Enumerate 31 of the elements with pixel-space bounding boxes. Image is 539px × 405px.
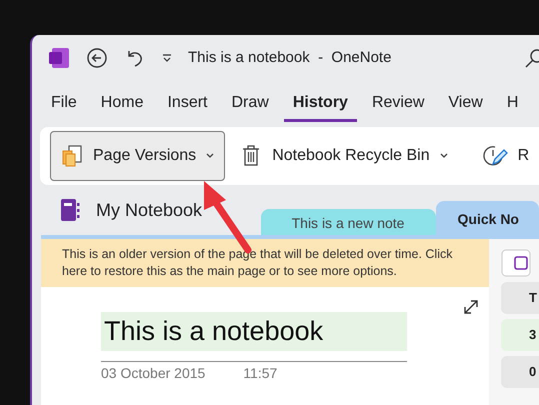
- pages-icon: [61, 144, 83, 168]
- add-page-icon[interactable]: [501, 249, 531, 277]
- pen-icon: [482, 144, 508, 168]
- menu-tab[interactable]: File: [42, 86, 86, 122]
- page-list-item[interactable]: T: [501, 282, 539, 314]
- page-list-item[interactable]: 0: [501, 356, 539, 388]
- page-title[interactable]: This is a notebook: [101, 312, 407, 351]
- section-tab[interactable]: This is a new note: [260, 209, 436, 235]
- page-list-item[interactable]: 3: [501, 319, 539, 351]
- search-icon[interactable]: [525, 48, 539, 68]
- customize-caret-icon[interactable]: [162, 52, 172, 62]
- info-banner[interactable]: This is an older version of the page that will be deleted over time. Click here to restore this as the main page or to see more options.: [41, 239, 489, 287]
- menu-tab[interactable]: History: [284, 86, 357, 122]
- menu-tab[interactable]: Draw: [222, 86, 278, 122]
- page-time: 11:57: [243, 365, 278, 381]
- ribbon-button[interactable]: Page Versions: [50, 131, 226, 181]
- back-icon[interactable]: [86, 46, 108, 68]
- menu-tab[interactable]: Insert: [158, 86, 216, 122]
- expand-icon[interactable]: [463, 299, 479, 315]
- app-logo-icon: [48, 46, 70, 68]
- menu-tab[interactable]: Review: [362, 86, 434, 122]
- menu-tab[interactable]: Home: [92, 86, 152, 122]
- page-date: 03 October 2015: [101, 365, 206, 381]
- menu-tab[interactable]: View: [439, 86, 492, 122]
- window-title: This is a notebook - OneNote: [188, 49, 392, 66]
- ribbon-button[interactable]: R: [470, 131, 539, 181]
- notebook-button[interactable]: My Notebook: [32, 198, 230, 235]
- menu-tab[interactable]: H: [498, 86, 528, 122]
- notebook-icon: [60, 198, 80, 222]
- ribbon-button[interactable]: Notebook Recycle Bin: [229, 131, 459, 181]
- section-tab[interactable]: Quick No: [436, 201, 539, 235]
